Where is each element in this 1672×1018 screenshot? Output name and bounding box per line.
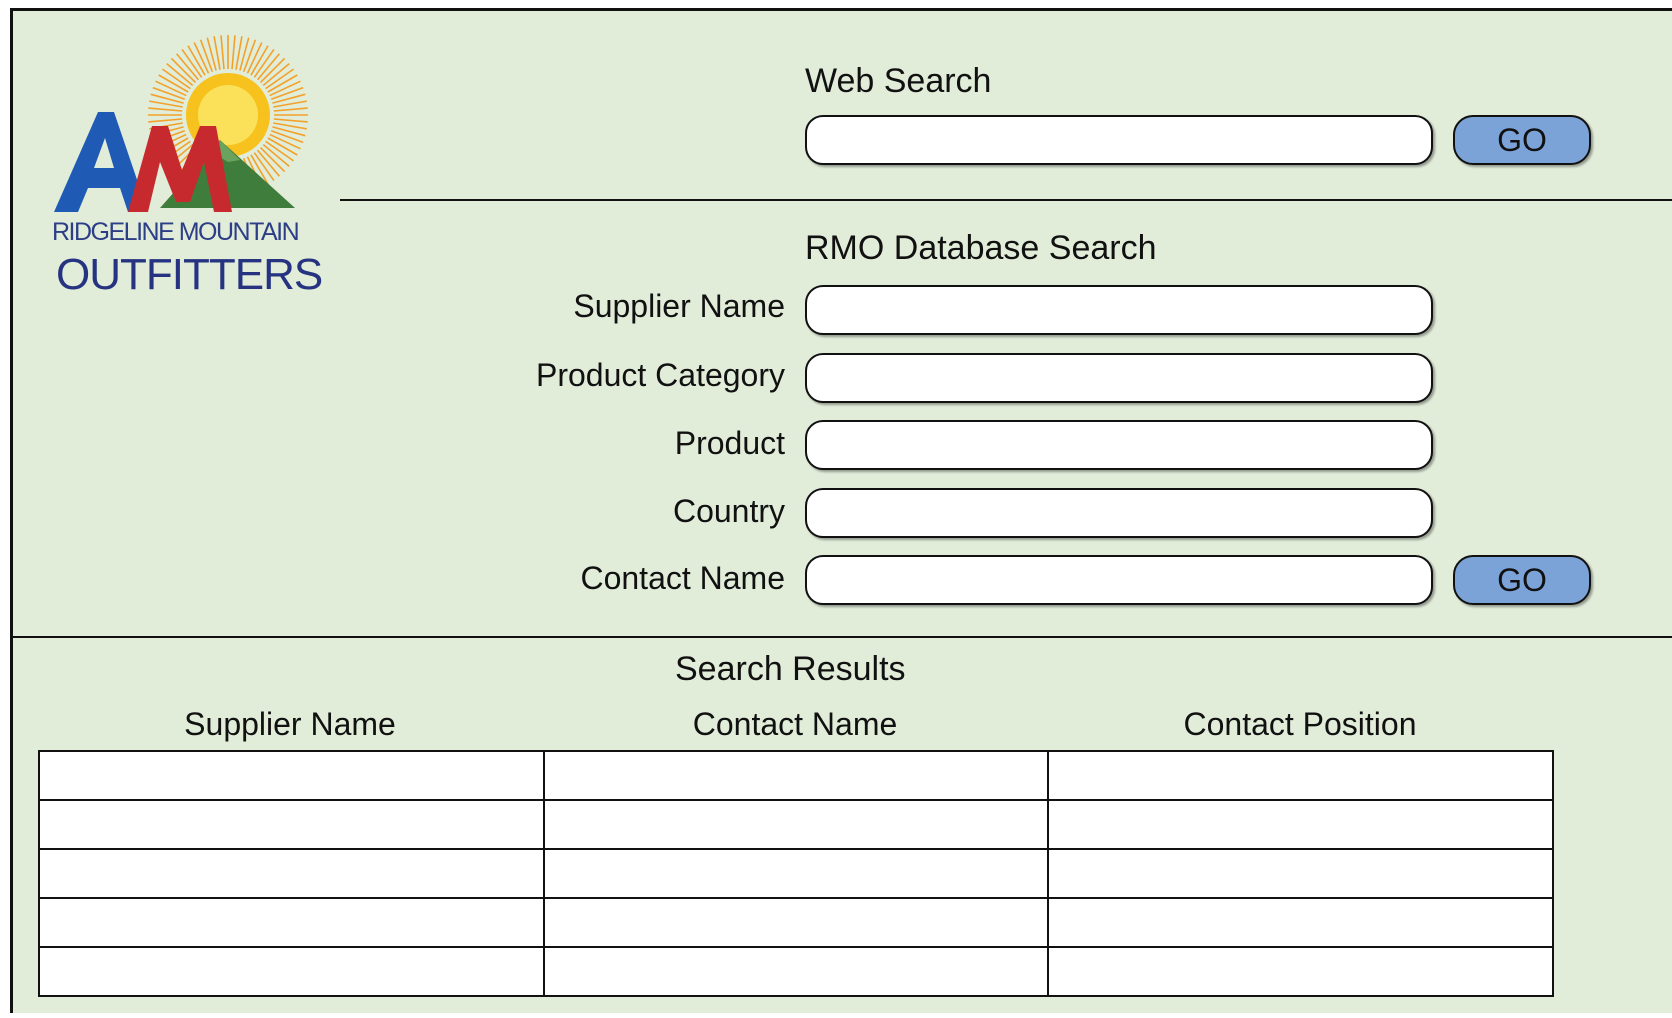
supplier-name-input[interactable]	[805, 285, 1433, 335]
product-category-input[interactable]	[805, 353, 1433, 403]
table-row[interactable]	[38, 750, 1554, 801]
db-search-go-button[interactable]: GO	[1453, 555, 1591, 605]
product-category-label: Product Category	[535, 357, 785, 393]
table-cell[interactable]	[38, 848, 545, 899]
table-cell[interactable]	[542, 946, 1050, 997]
country-label: Country	[672, 493, 785, 529]
web-search-go-button[interactable]: GO	[1453, 115, 1591, 165]
table-cell[interactable]	[38, 897, 545, 948]
table-cell[interactable]	[1047, 897, 1554, 948]
results-table	[38, 750, 1554, 997]
table-cell[interactable]	[1047, 750, 1554, 801]
table-cell[interactable]	[542, 799, 1050, 850]
table-cell[interactable]	[38, 750, 545, 801]
table-cell[interactable]	[542, 848, 1050, 899]
table-cell[interactable]	[38, 799, 545, 850]
table-cell[interactable]	[542, 750, 1050, 801]
table-row[interactable]	[38, 946, 1554, 997]
supplier-name-label: Supplier Name	[573, 288, 785, 324]
top-divider	[340, 199, 1672, 201]
table-cell[interactable]	[1047, 848, 1554, 899]
country-input[interactable]	[805, 488, 1433, 538]
search-results-title: Search Results	[675, 650, 906, 688]
web-search-input[interactable]	[805, 115, 1433, 165]
logo-line-2: OUTFITTERS	[56, 250, 323, 299]
product-label: Product	[674, 425, 785, 461]
column-header-supplier-name: Supplier Name	[184, 706, 396, 742]
contact-name-label: Contact Name	[580, 560, 785, 596]
product-input[interactable]	[805, 420, 1433, 470]
results-divider	[10, 636, 1672, 638]
table-cell[interactable]	[1047, 799, 1554, 850]
letter-m	[128, 126, 232, 212]
column-header-contact-position: Contact Position	[1183, 706, 1417, 742]
db-search-title: RMO Database Search	[805, 229, 1157, 267]
table-row[interactable]	[38, 897, 1554, 948]
web-search-title: Web Search	[805, 62, 992, 100]
table-cell[interactable]	[1047, 946, 1554, 997]
table-cell[interactable]	[38, 946, 545, 997]
column-header-contact-name: Contact Name	[692, 706, 898, 742]
logo-line-1: RIDGELINE MOUNTAIN	[52, 218, 300, 246]
table-row[interactable]	[38, 799, 1554, 850]
table-row[interactable]	[38, 848, 1554, 899]
contact-name-input[interactable]	[805, 555, 1433, 605]
table-cell[interactable]	[542, 897, 1050, 948]
